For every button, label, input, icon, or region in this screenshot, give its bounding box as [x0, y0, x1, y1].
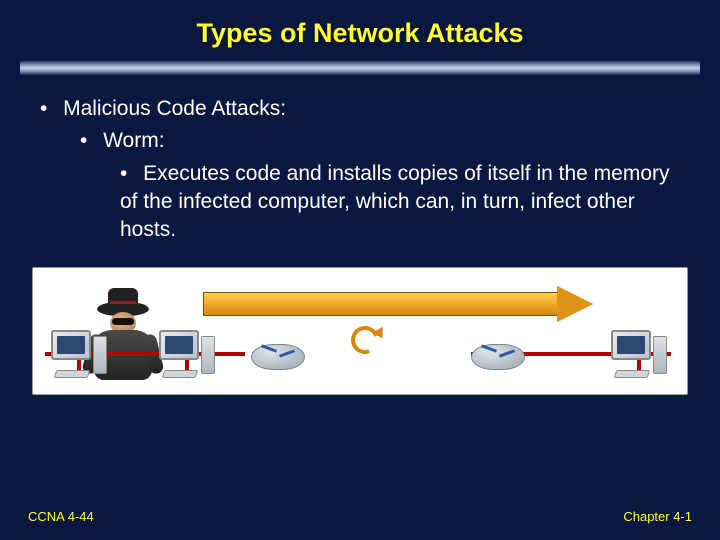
bullet-lvl3: Executes code and installs copies of its…: [36, 160, 684, 245]
worm-illustration: [32, 267, 688, 395]
bullet-lvl2: Worm:: [36, 127, 684, 155]
bullet-lvl3-text: Executes code and installs copies of its…: [120, 162, 670, 242]
title-area: Types of Network Attacks: [0, 0, 720, 61]
router-left-icon: [251, 340, 305, 370]
bullet-lvl1-text: Malicious Code Attacks:: [63, 97, 286, 120]
footer-right: Chapter 4-1: [623, 509, 692, 524]
propagation-arrow-icon: [203, 286, 593, 322]
slide-title: Types of Network Attacks: [0, 18, 720, 49]
bullet-lvl1: Malicious Code Attacks:: [36, 95, 684, 123]
self-replicate-arrow-icon: [351, 326, 385, 352]
pc-infected-icon: [157, 330, 215, 378]
footer-left: CCNA 4-44: [28, 509, 94, 524]
router-right-icon: [471, 340, 525, 370]
pc-left-icon: [49, 330, 107, 378]
pc-right-icon: [609, 330, 667, 378]
content-area: Malicious Code Attacks: Worm: Executes c…: [0, 87, 720, 245]
bullet-lvl2-text: Worm:: [103, 129, 164, 152]
title-divider: [20, 61, 700, 75]
